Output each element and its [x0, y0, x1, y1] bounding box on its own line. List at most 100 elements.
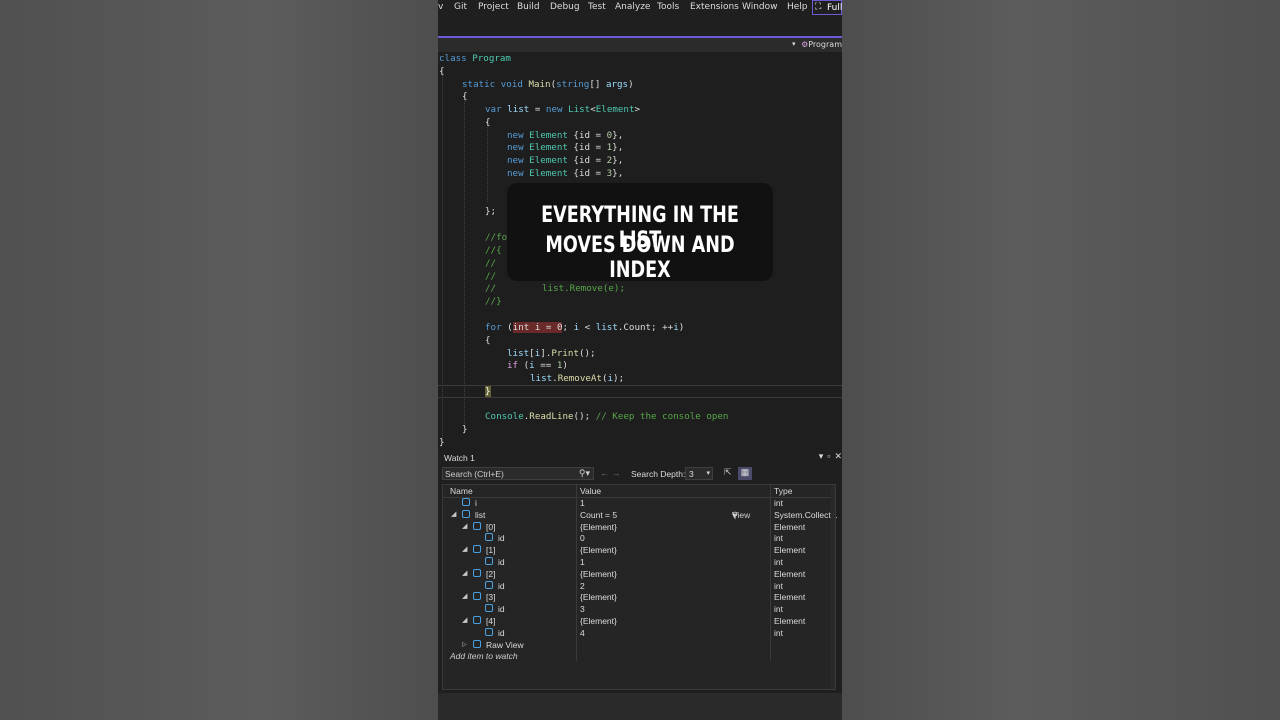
- watch-scrollbar[interactable]: [831, 485, 835, 689]
- menu-item-build[interactable]: Build: [517, 2, 540, 12]
- watch-grid-header: Name Value Type: [443, 485, 835, 498]
- code-line: if (i == 1): [507, 360, 568, 371]
- search-depth-select[interactable]: 3 ▾: [685, 467, 713, 480]
- watch-row[interactable]: ◢ [2] {Element} Element: [443, 568, 835, 581]
- current-line-highlight: [438, 397, 842, 398]
- watch-row-name: id: [498, 580, 505, 591]
- watch-row[interactable]: ◢ [0] {Element} Element: [443, 521, 835, 534]
- code-line: for (int i = 0; i < list.Count; ++i): [485, 322, 685, 333]
- menu-item-window[interactable]: Window: [742, 2, 778, 12]
- full-screen-label: Full: [827, 3, 842, 13]
- watch-row-value: 3: [580, 604, 585, 615]
- chevron-down-icon: ▾: [706, 470, 710, 477]
- blurred-background-right: [842, 0, 1280, 720]
- watch-row-name: id: [498, 557, 505, 567]
- watch-row-value: 0: [580, 533, 585, 544]
- watch-row[interactable]: i 1 int: [443, 498, 835, 510]
- breakpoint-highlight: int i = 0: [512, 322, 563, 333]
- watch-row[interactable]: ▷ Raw View: [443, 639, 835, 652]
- watch-row[interactable]: id 2 int: [443, 580, 835, 593]
- watch-row-name: id: [498, 604, 505, 615]
- watch-row[interactable]: id 0 int: [443, 533, 835, 545]
- code-line: }: [439, 437, 445, 448]
- watch-row-value: 4: [580, 627, 585, 638]
- column-header-name[interactable]: Name: [450, 486, 473, 496]
- menu-item-analyze[interactable]: Analyze: [615, 2, 650, 12]
- watch-row-type: Element: [774, 568, 806, 579]
- watch-row[interactable]: id 1 int: [443, 557, 835, 569]
- menu-item-project[interactable]: Project: [478, 2, 509, 12]
- view-button[interactable]: ⚲ View ▾: [732, 510, 750, 521]
- watch-row[interactable]: ◢ [4] {Element} Element: [443, 616, 835, 628]
- add-item-to-watch[interactable]: Add item to watch: [450, 651, 518, 661]
- watch-row-value: 2: [580, 580, 585, 591]
- column-header-type[interactable]: Type: [774, 486, 792, 496]
- fullscreen-icon: ⛶: [815, 2, 822, 12]
- watch-row-value: {Element}: [580, 616, 617, 626]
- code-line: Console.ReadLine(); // Keep the console …: [485, 411, 729, 422]
- code-line: {: [485, 335, 491, 346]
- code-line: {: [485, 117, 491, 128]
- watch-row-type: int: [774, 557, 783, 567]
- full-screen-button[interactable]: ⛶ Full: [812, 0, 842, 15]
- menu-item-view[interactable]: v: [438, 2, 443, 12]
- pin-icon[interactable]: ⇱: [724, 467, 736, 479]
- menu-item-test[interactable]: Test: [588, 2, 606, 12]
- expand-triangle-icon[interactable]: ◢: [462, 522, 467, 530]
- code-line: list.RemoveAt(i);: [530, 373, 625, 384]
- watch-row[interactable]: ◢ [1] {Element} Element: [443, 545, 835, 557]
- chevron-down-icon[interactable]: ▾: [792, 40, 796, 48]
- watch-row-name: id: [498, 533, 505, 544]
- arrow-left-icon[interactable]: ←: [600, 468, 609, 478]
- expand-triangle-icon[interactable]: ◢: [462, 592, 467, 600]
- menu-item-debug[interactable]: Debug: [550, 2, 580, 12]
- watch-row-value: 1: [580, 498, 585, 508]
- expand-triangle-icon[interactable]: ◢: [462, 569, 467, 577]
- matching-brace: }: [485, 386, 491, 397]
- watch-window-title: Watch 1: [444, 453, 475, 463]
- watch-row[interactable]: ◢ list Count = 5 ⚲ View ▾ System.Collect.…: [443, 509, 838, 522]
- blurred-background-left: [0, 0, 438, 720]
- watch-row[interactable]: id 3 int: [443, 604, 835, 616]
- search-depth-label: Search Depth:: [631, 469, 686, 479]
- variable-icon: [485, 557, 493, 565]
- visual-studio-window: v Git Project Build Debug Test Analyze T…: [438, 0, 842, 720]
- member-dropdown[interactable]: ⚙Program: [801, 40, 842, 49]
- chevron-down-icon[interactable]: ▾: [819, 451, 824, 461]
- search-icon[interactable]: ⚲▾: [579, 468, 590, 479]
- watch-row-type: Element: [774, 521, 806, 532]
- navigation-bar: ▾ ⚙Program: [438, 38, 842, 52]
- watch-row-name: Raw View: [486, 639, 524, 650]
- expand-triangle-icon[interactable]: ◢: [462, 545, 467, 553]
- watch-row[interactable]: ◢ [3] {Element} Element: [443, 592, 835, 604]
- expand-triangle-icon[interactable]: ◢: [451, 510, 456, 518]
- watch-row[interactable]: id 4 int: [443, 627, 835, 640]
- collapsed-triangle-icon[interactable]: ▷: [462, 641, 467, 648]
- column-header-value[interactable]: Value: [580, 486, 601, 496]
- watch-row-name: [1]: [486, 545, 496, 556]
- watch-row-name: [2]: [486, 568, 496, 579]
- add-watch-row[interactable]: Add item to watch: [443, 651, 835, 663]
- code-editor[interactable]: class Program { static void Main(string[…: [438, 52, 842, 450]
- menu-item-extensions[interactable]: Extensions: [690, 2, 739, 12]
- menu-bar: v Git Project Build Debug Test Analyze T…: [438, 0, 842, 16]
- code-line: new Element {id = 0},: [507, 130, 624, 141]
- code-line: {: [462, 91, 468, 102]
- menu-item-help[interactable]: Help: [787, 2, 808, 12]
- watch-row-type: int: [774, 627, 783, 638]
- close-icon[interactable]: ✕: [834, 451, 842, 461]
- expand-triangle-icon[interactable]: ◢: [462, 616, 467, 624]
- menu-item-git[interactable]: Git: [454, 2, 467, 12]
- variable-icon: [473, 639, 481, 648]
- code-line: {: [439, 66, 445, 77]
- menu-item-tools[interactable]: Tools: [657, 2, 679, 12]
- code-line: class Program: [439, 53, 511, 64]
- watch-search-input[interactable]: Search (Ctrl+E) ⚲▾: [442, 467, 594, 480]
- code-line: };: [485, 206, 497, 217]
- maximize-icon[interactable]: ▫: [827, 451, 830, 461]
- watch-row-type: int: [774, 533, 783, 544]
- arrow-right-icon[interactable]: →: [612, 468, 621, 478]
- column-view-icon[interactable]: ▦: [738, 467, 752, 480]
- variable-icon: [473, 568, 481, 577]
- variable-icon: [485, 604, 493, 613]
